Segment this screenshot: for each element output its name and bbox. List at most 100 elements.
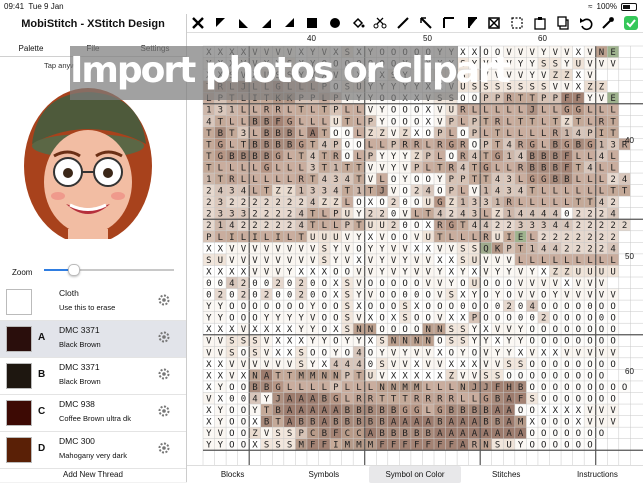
stitch-symbol: V xyxy=(599,94,605,104)
stitch-symbol: O xyxy=(241,348,246,358)
stitch-symbol: P xyxy=(587,129,593,139)
stitch-symbol: O xyxy=(483,279,488,289)
stitch-symbol: U xyxy=(426,233,431,243)
gear-icon[interactable] xyxy=(157,367,171,381)
stitch-symbol: O xyxy=(241,441,246,451)
stitch-symbol: N xyxy=(460,383,465,393)
fill-bucket-icon[interactable] xyxy=(350,15,366,31)
grid-x-icon[interactable] xyxy=(486,15,502,31)
stitch-symbol: 3 xyxy=(229,210,234,220)
stitch-symbol: T xyxy=(322,163,328,173)
tab-blocks[interactable]: Blocks xyxy=(187,466,278,483)
stitch-symbol: O xyxy=(472,94,477,104)
stitch-symbol: S xyxy=(298,348,303,358)
stitch-symbol: O xyxy=(333,314,338,324)
top-line-icon[interactable] xyxy=(441,15,457,31)
clipboard-icon[interactable] xyxy=(532,15,548,31)
zoom-slider[interactable] xyxy=(44,264,174,276)
stitch-symbol: U xyxy=(379,221,384,231)
stitch-symbol: Z xyxy=(322,198,328,208)
stitch-symbol: O xyxy=(541,418,546,428)
gear-icon[interactable] xyxy=(157,330,171,344)
undo-icon[interactable] xyxy=(578,15,594,31)
stitch-symbol: V xyxy=(356,279,362,289)
corner-line-icon[interactable] xyxy=(464,15,480,31)
stitch-symbol: O xyxy=(599,302,604,312)
stitch-symbol: B xyxy=(356,418,361,428)
stitch-symbol: N xyxy=(356,325,361,335)
stitch-symbol: L xyxy=(495,106,500,116)
stitch-symbol: 2 xyxy=(287,210,292,220)
stitch-symbol: Y xyxy=(379,106,385,116)
stitch-symbol: V xyxy=(287,360,293,370)
stitch-symbol: R xyxy=(506,198,512,208)
copy-icon[interactable] xyxy=(555,15,571,31)
stitch-symbol: X xyxy=(518,348,524,358)
stitch-symbol: X xyxy=(287,325,293,335)
gear-icon[interactable] xyxy=(157,441,171,455)
triangle-down-left-icon[interactable] xyxy=(236,15,252,31)
stitch-symbol: B xyxy=(298,418,303,428)
stitch-symbol: T xyxy=(356,175,362,185)
tab-symbols[interactable]: Symbols xyxy=(278,466,369,483)
stitch-symbol: V xyxy=(206,337,212,347)
gear-icon[interactable] xyxy=(157,404,171,418)
thread-name: DMC 3371 xyxy=(59,325,100,335)
stitch-symbol: V xyxy=(587,418,593,428)
stitch-symbol: B xyxy=(264,418,269,428)
stitch-symbol: X xyxy=(229,267,235,277)
tab-palette[interactable]: Palette xyxy=(0,42,62,56)
stitch-symbol: Y xyxy=(310,325,316,335)
stitch-symbol: V xyxy=(391,267,397,277)
stitch-symbol: O xyxy=(229,406,234,416)
done-check-icon[interactable] xyxy=(623,15,639,31)
thread-row-a[interactable]: A DMC 3371 Black Brown xyxy=(0,321,186,358)
stitch-symbol: L xyxy=(518,256,523,266)
stitch-symbol: N xyxy=(391,383,396,393)
stitch-symbol: X xyxy=(333,291,339,301)
stitch-symbol: O xyxy=(576,314,581,324)
eyedropper-icon[interactable] xyxy=(600,15,616,31)
stitch-symbol: O xyxy=(402,279,407,289)
stitch-symbol: O xyxy=(437,302,442,312)
stitch-symbol: Y xyxy=(264,394,270,404)
stitch-symbol: 4 xyxy=(576,129,581,139)
stitch-symbol: Z xyxy=(587,83,593,93)
select-rect-icon[interactable] xyxy=(509,15,525,31)
zoom-slider-thumb[interactable] xyxy=(67,264,80,276)
stitch-symbol: L xyxy=(529,129,534,139)
stitch-symbol: X xyxy=(576,83,582,93)
stitch-symbol: O xyxy=(541,291,546,301)
filled-circle-icon[interactable] xyxy=(327,15,343,31)
stitch-symbol: T xyxy=(298,233,304,243)
stitch-symbol: Y xyxy=(529,267,535,277)
stitch-symbol: 4 xyxy=(518,187,523,197)
tab-symbol-on-color[interactable]: Symbol on Color xyxy=(369,466,461,483)
thread-row-c[interactable]: C DMC 938 Coffee Brown ultra dk xyxy=(0,395,186,432)
stitch-symbol: V xyxy=(229,256,235,266)
tab-stitches[interactable]: Stitches xyxy=(461,466,552,483)
stitch-symbol: T xyxy=(529,94,535,104)
backstitch-reverse-icon[interactable] xyxy=(418,15,434,31)
thread-row-cloth[interactable]: Cloth Use this to erase xyxy=(0,284,186,321)
scissors-icon[interactable] xyxy=(372,15,388,31)
backstitch-icon[interactable] xyxy=(395,15,411,31)
filled-square-icon[interactable] xyxy=(304,15,320,31)
tab-instructions[interactable]: Instructions xyxy=(552,466,643,483)
thread-row-d[interactable]: D DMC 300 Mahogany very dark xyxy=(0,432,186,469)
triangle-top-left-icon[interactable] xyxy=(213,15,229,31)
stitch-symbol: O xyxy=(229,383,234,393)
row-number-50: 50 xyxy=(625,252,634,261)
add-new-thread-button[interactable]: Add New Thread xyxy=(0,470,186,479)
close-icon[interactable] xyxy=(190,15,206,31)
thread-row-b[interactable]: B DMC 3371 Black Brown xyxy=(0,358,186,395)
stitch-symbol: 2 xyxy=(610,233,615,243)
triangle-down-right-icon[interactable] xyxy=(258,15,274,31)
stitch-symbol: V xyxy=(402,244,408,254)
gear-icon[interactable] xyxy=(157,293,171,307)
stitch-symbol: X xyxy=(368,198,374,208)
stitch-symbol: G xyxy=(275,383,280,393)
stitch-symbol: V xyxy=(264,244,270,254)
triangle-up-right-icon[interactable] xyxy=(281,15,297,31)
app-title: MobiStitch - XStitch Design xyxy=(21,18,165,30)
